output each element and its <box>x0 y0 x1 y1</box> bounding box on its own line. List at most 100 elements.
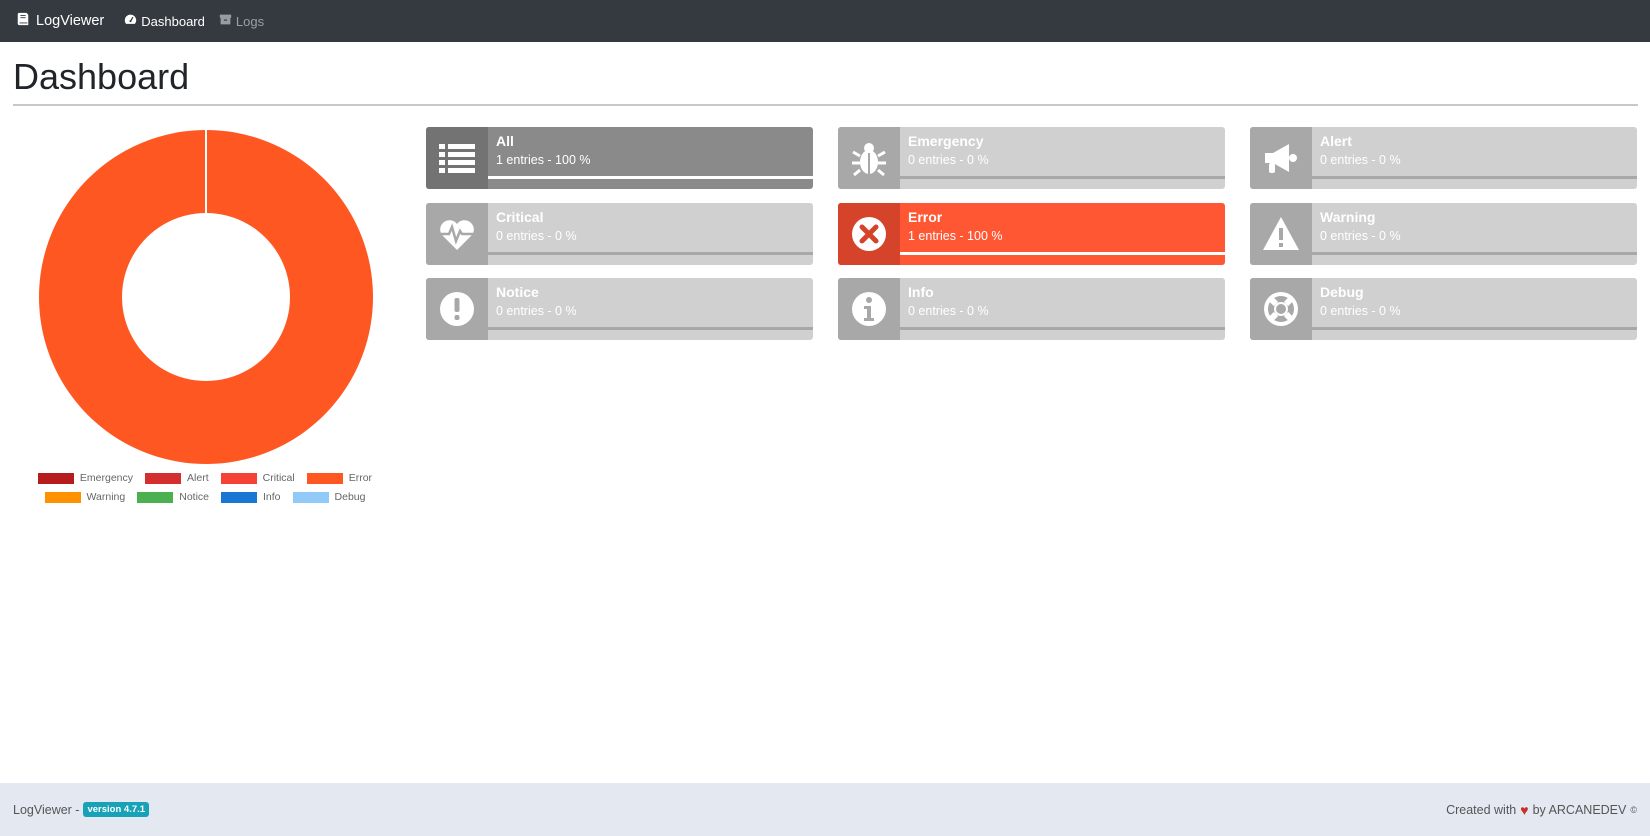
life-ring-icon <box>1250 278 1312 340</box>
nav-dashboard-label: Dashboard <box>141 13 205 29</box>
level-box-content: Notice 0 entries - 0 % <box>488 278 813 340</box>
level-box-warning[interactable]: Warning 0 entries - 0 % <box>1250 203 1637 265</box>
level-stats: 1 entries - 100 % <box>496 153 591 167</box>
legend-label: Warning <box>86 491 126 503</box>
level-stats: 0 entries - 0 % <box>1320 304 1401 318</box>
footer-app-name: LogViewer - <box>13 802 80 817</box>
level-stats: 1 entries - 100 % <box>908 229 1003 243</box>
level-name: Info <box>908 284 934 300</box>
level-progress-bar <box>1312 252 1637 255</box>
version-badge: version 4.7.1 <box>83 802 150 817</box>
nav-logs[interactable]: Logs <box>219 13 264 29</box>
legend-swatch <box>292 491 329 503</box>
level-name: Warning <box>1320 209 1376 225</box>
level-progress-bar <box>1312 176 1637 179</box>
level-box-error[interactable]: Error 1 entries - 100 % <box>838 203 1225 265</box>
legend-row: Warning Notice Info Debug <box>30 491 380 503</box>
level-name: Critical <box>496 209 544 225</box>
level-box-content: Alert 0 entries - 0 % <box>1312 127 1637 189</box>
info-circle-icon <box>838 278 900 340</box>
title-divider <box>13 104 1638 106</box>
legend-swatch <box>137 491 174 503</box>
level-box-content: Info 0 entries - 0 % <box>900 278 1225 340</box>
level-stats: 0 entries - 0 % <box>1320 229 1401 243</box>
level-stats: 0 entries - 0 % <box>1320 153 1401 167</box>
legend-item-critical[interactable]: Critical <box>220 472 295 484</box>
level-box-content: Error 1 entries - 100 % <box>900 203 1225 265</box>
level-box-content: Critical 0 entries - 0 % <box>488 203 813 265</box>
brand-label: LogViewer <box>36 13 105 29</box>
level-progress-fill <box>900 252 1225 255</box>
level-box-content: All 1 entries - 100 % <box>488 127 813 189</box>
level-progress-bar <box>488 252 813 255</box>
list-icon <box>426 127 488 189</box>
level-stats: 0 entries - 0 % <box>908 304 989 318</box>
level-name: Alert <box>1320 133 1352 149</box>
brand-link[interactable]: LogViewer <box>16 12 104 30</box>
legend-label: Alert <box>187 472 209 484</box>
level-box-critical[interactable]: Critical 0 entries - 0 % <box>426 203 813 265</box>
donut-svg <box>38 130 373 464</box>
level-stats: 0 entries - 0 % <box>496 304 577 318</box>
level-progress-bar <box>900 327 1225 330</box>
level-box-all[interactable]: All 1 entries - 100 % <box>426 127 813 189</box>
level-box-content: Debug 0 entries - 0 % <box>1312 278 1637 340</box>
level-name: All <box>496 133 514 149</box>
times-circle-icon <box>838 203 900 265</box>
legend-swatch <box>306 472 343 484</box>
level-name: Emergency <box>908 133 984 149</box>
level-progress-bar <box>488 327 813 330</box>
level-box-debug[interactable]: Debug 0 entries - 0 % <box>1250 278 1637 340</box>
footer-created-with: Created with <box>1446 802 1517 817</box>
legend-label: Notice <box>179 491 209 503</box>
legend-label: Info <box>263 491 281 503</box>
book-icon <box>16 12 30 30</box>
legend-swatch <box>220 472 257 484</box>
legend-label: Critical <box>262 472 295 484</box>
chart-legend: Emergency Alert Critical Error Warning Notic… <box>30 472 380 510</box>
level-box-content: Warning 0 entries - 0 % <box>1312 203 1637 265</box>
legend-swatch <box>221 491 257 503</box>
footer-author[interactable]: by ARCANEDEV <box>1533 803 1627 817</box>
legend-label: Emergency <box>79 472 134 484</box>
legend-swatch <box>44 491 81 503</box>
footer-right: Created with ♥ by ARCANEDEV © <box>1446 802 1637 818</box>
legend-label: Debug <box>334 491 366 503</box>
footer: LogViewer - version 4.7.1 Created with ♥… <box>0 783 1650 836</box>
legend-swatch <box>145 472 182 484</box>
heart-icon: ♥ <box>1520 801 1529 818</box>
level-name: Notice <box>496 284 539 300</box>
level-progress-bar <box>900 176 1225 179</box>
copyright-symbol: © <box>1630 804 1637 815</box>
legend-item-notice[interactable]: Notice <box>137 491 209 503</box>
archive-icon <box>219 13 232 29</box>
level-box-content: Emergency 0 entries - 0 % <box>900 127 1225 189</box>
legend-item-alert[interactable]: Alert <box>145 472 209 484</box>
level-box-notice[interactable]: Notice 0 entries - 0 % <box>426 278 813 340</box>
nav-dashboard[interactable]: Dashboard <box>124 13 205 29</box>
level-name: Debug <box>1320 284 1364 300</box>
level-box-alert[interactable]: Alert 0 entries - 0 % <box>1250 127 1637 189</box>
bullhorn-icon <box>1250 127 1312 189</box>
level-box-emergency[interactable]: Emergency 0 entries - 0 % <box>838 127 1225 189</box>
exclamation-circle-icon <box>426 278 488 340</box>
level-stats: 0 entries - 0 % <box>908 153 989 167</box>
legend-swatch <box>37 472 74 484</box>
level-progress-bar <box>1312 327 1637 330</box>
bug-icon <box>838 127 900 189</box>
level-progress-fill <box>488 176 813 179</box>
level-stats: 0 entries - 0 % <box>496 229 577 243</box>
navbar: LogViewer Dashboard Logs <box>0 0 1650 42</box>
level-progress-bar <box>900 252 1225 255</box>
legend-item-error[interactable]: Error <box>306 472 373 484</box>
page-title: Dashboard <box>13 56 190 97</box>
tachometer-icon <box>124 13 137 29</box>
nav-logs-label: Logs <box>235 13 265 29</box>
level-box-info[interactable]: Info 0 entries - 0 % <box>838 278 1225 340</box>
exclamation-triangle-icon <box>1250 203 1312 265</box>
legend-item-info[interactable]: Info <box>221 491 281 503</box>
legend-label: Error <box>348 472 373 484</box>
legend-item-warning[interactable]: Warning <box>44 491 126 503</box>
legend-item-debug[interactable]: Debug <box>292 491 366 503</box>
legend-item-emergency[interactable]: Emergency <box>37 472 134 484</box>
